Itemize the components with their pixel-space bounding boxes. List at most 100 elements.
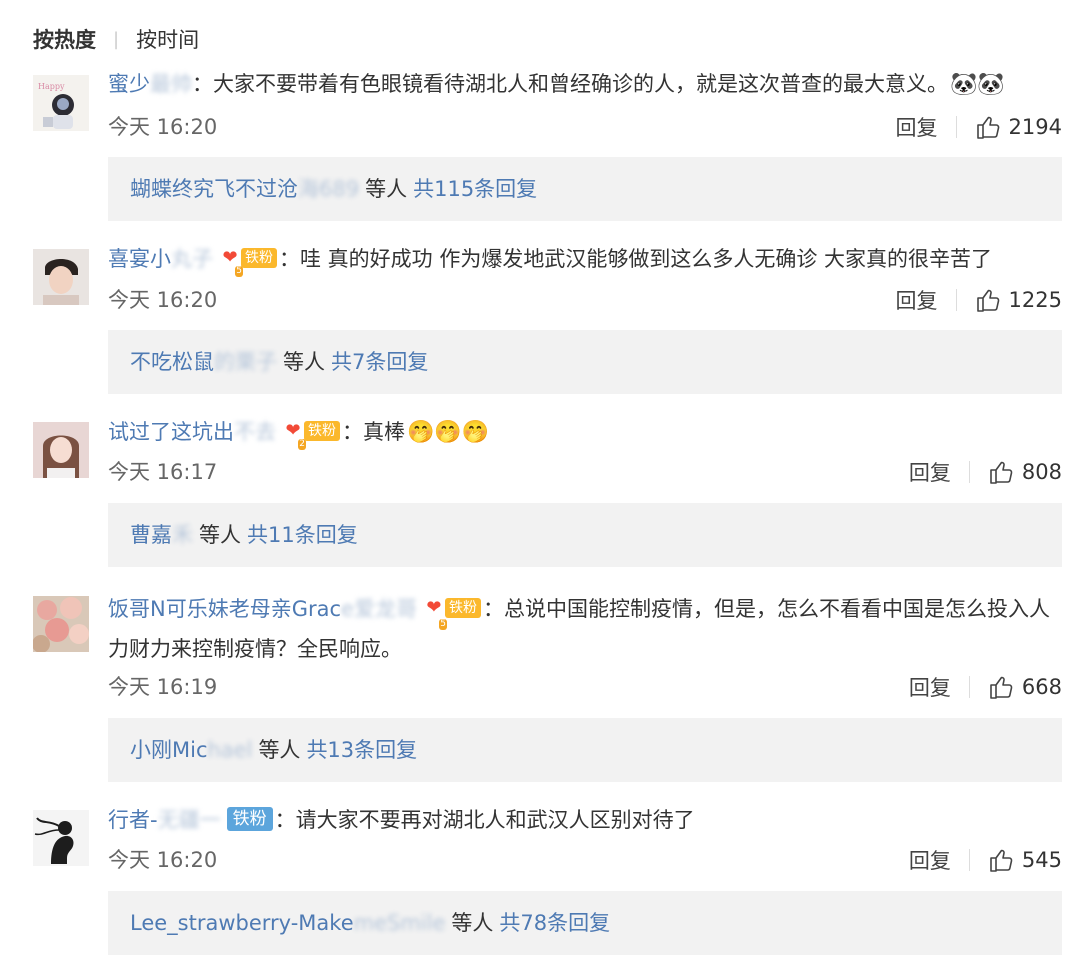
reply-button[interactable]: 回复 <box>909 457 951 487</box>
reply-username-link[interactable]: 曹嘉 <box>130 523 172 547</box>
comment-text: ：哇 真的好成功 作为爆发地武汉能够做到这么多人无确诊 大家真的很辛苦了 <box>279 247 993 271</box>
comment-body: 蜜少最帅：大家不要带着有色眼镜看待湖北人和曾经确诊的人，就是这次普查的最大意义。… <box>108 67 1062 102</box>
reply-username-masked: 的栗子 <box>214 350 277 374</box>
reply-count-link[interactable]: 共7条回复 <box>331 350 428 374</box>
comment-text: ：大家不要带着有色眼镜看待湖北人和曾经确诊的人，就是这次普查的最大意义。 <box>192 72 948 96</box>
comment-actions: 回复 2194 <box>896 111 1062 143</box>
comment-time: 今天 16:19 <box>108 675 218 699</box>
avatar[interactable]: Happy <box>33 75 89 131</box>
reply-etc-text: 等人 <box>258 738 301 762</box>
fan-badge-label: 铁粉 <box>241 248 277 268</box>
reply-username-masked: 海689 <box>298 177 360 201</box>
reply-count-link[interactable]: 共115条回复 <box>413 177 537 201</box>
username-link[interactable]: 行者- <box>108 808 158 832</box>
reply-username-link[interactable]: Lee_strawberry-Make <box>130 911 354 935</box>
reply-button[interactable]: 回复 <box>909 845 951 875</box>
avatar[interactable] <box>33 810 89 866</box>
comment-meta: 今天 16:17 回复 808 <box>108 456 1062 488</box>
username-link[interactable]: 蜜少 <box>108 72 150 96</box>
comment-meta: 今天 16:20 回复 2194 <box>108 111 1062 143</box>
fan-badge: 铁粉 <box>226 807 273 831</box>
thumbs-up-icon[interactable] <box>988 847 1014 873</box>
reply-button[interactable]: 回复 <box>896 285 938 315</box>
reply-button[interactable]: 回复 <box>909 672 951 702</box>
action-divider <box>955 116 957 138</box>
fan-badge: ❤ 2 铁粉 <box>282 420 340 450</box>
reply-etc-text: 等人 <box>199 523 241 547</box>
replies-summary[interactable]: 曹嘉禾 等人 共11条回复 <box>108 503 1062 567</box>
reply-etc-text: 等人 <box>365 177 408 201</box>
fan-level: 5 <box>439 619 447 630</box>
like-count: 545 <box>1021 848 1062 872</box>
username-link[interactable]: 饭哥N可乐妹老母亲Grac <box>108 597 341 621</box>
reply-username-link[interactable]: 蝴蝶终究飞不过沧 <box>130 177 298 201</box>
comment-actions: 回复 545 <box>909 844 1062 876</box>
reply-username-link[interactable]: 不吃松鼠 <box>130 350 214 374</box>
reply-etc-text: 等人 <box>283 350 325 374</box>
username-masked: e爱龙哥 <box>341 597 417 621</box>
comment-actions: 回复 808 <box>909 456 1062 488</box>
thumbs-up-icon[interactable] <box>988 674 1014 700</box>
sort-by-time-tab[interactable]: 按时间 <box>136 24 199 54</box>
avatar[interactable] <box>33 249 89 305</box>
comment-actions: 回复 1225 <box>896 284 1062 316</box>
reply-username-link[interactable]: 小刚Mic <box>130 738 208 762</box>
reply-button[interactable]: 回复 <box>896 112 938 142</box>
username-link[interactable]: 试过了这坑出 <box>108 420 234 444</box>
reply-count-link[interactable]: 共13条回复 <box>306 738 417 762</box>
comment-text: ：真棒 <box>342 420 405 444</box>
fan-badge: ❤ 5 铁粉 <box>423 597 481 630</box>
username-link[interactable]: 喜宴小 <box>108 247 171 271</box>
comment-body: 试过了这坑出不去 ❤ 2 铁粉 ：真棒🤭🤭🤭 <box>108 415 1062 450</box>
fan-badge: ❤ 5 铁粉 <box>219 247 277 277</box>
fan-badge-label: 铁粉 <box>226 807 273 831</box>
reply-username-masked: hael <box>207 738 253 762</box>
comment-time: 今天 16:20 <box>108 288 218 312</box>
replies-summary[interactable]: Lee_strawberry-MakemeSmile 等人 共78条回复 <box>108 891 1062 955</box>
action-divider <box>968 849 970 871</box>
comment-meta: 今天 16:19 回复 668 <box>108 671 1062 703</box>
reply-username-masked: meSmile <box>353 911 446 935</box>
reply-count-link[interactable]: 共11条回复 <box>247 523 358 547</box>
replies-summary[interactable]: 小刚Michael 等人 共13条回复 <box>108 718 1062 782</box>
replies-summary[interactable]: 蝴蝶终究飞不过沧海689 等人 共115条回复 <box>108 157 1062 221</box>
heart-level-icon: ❤ 5 <box>426 597 447 630</box>
sort-divider: | <box>113 28 120 50</box>
avatar[interactable] <box>33 596 89 652</box>
thumbs-up-icon[interactable] <box>975 114 1001 140</box>
comment-body: 喜宴小丸子 ❤ 5 铁粉 ：哇 真的好成功 作为爆发地武汉能够做到这么多人无确诊 大家真… <box>108 242 1062 277</box>
panda-emoji-icon: 🐼🐼 <box>950 72 1005 97</box>
sort-bar: 按热度 | 按时间 <box>33 22 199 56</box>
like-count: 1225 <box>1008 288 1062 312</box>
fan-badge-label: 铁粉 <box>304 421 340 441</box>
avatar[interactable] <box>33 422 89 478</box>
reply-username-masked: 禾 <box>172 523 193 547</box>
action-divider <box>968 461 970 483</box>
reply-count-link[interactable]: 共78条回复 <box>499 911 610 935</box>
comment-time: 今天 16:17 <box>108 460 218 484</box>
like-count: 668 <box>1021 675 1062 699</box>
comment-body: 饭哥N可乐妹老母亲Grace爱龙哥 ❤ 5 铁粉 ：总说中国能控制疫情，但是，怎么不看看… <box>108 589 1062 669</box>
comment-time: 今天 16:20 <box>108 115 218 139</box>
username-masked: 无疆一 <box>157 808 221 832</box>
comment-time: 今天 16:20 <box>108 848 218 872</box>
action-divider <box>955 289 957 311</box>
like-count: 2194 <box>1008 115 1062 139</box>
comment-text: ：请大家不要再对湖北人和武汉人区别对待了 <box>274 808 695 832</box>
comment-meta: 今天 16:20 回复 545 <box>108 844 1062 876</box>
heart-level-icon: ❤ 5 <box>222 247 243 277</box>
svg-text:Happy: Happy <box>38 82 65 91</box>
like-count: 808 <box>1021 460 1062 484</box>
heart-level-icon: ❤ 2 <box>285 420 306 450</box>
username-masked: 最帅 <box>150 72 192 96</box>
action-divider <box>968 676 970 698</box>
fan-level: 5 <box>235 266 243 277</box>
replies-summary[interactable]: 不吃松鼠的栗子 等人 共7条回复 <box>108 330 1062 394</box>
thumbs-up-icon[interactable] <box>975 287 1001 313</box>
comment-body: 行者-无疆一 铁粉 ：请大家不要再对湖北人和武汉人区别对待了 <box>108 803 1062 837</box>
username-masked: 丸子 <box>171 247 213 271</box>
giggle-emoji-icon: 🤭🤭🤭 <box>407 420 490 445</box>
thumbs-up-icon[interactable] <box>988 459 1014 485</box>
sort-by-hot-tab[interactable]: 按热度 <box>33 24 96 54</box>
comment-actions: 回复 668 <box>909 671 1062 703</box>
